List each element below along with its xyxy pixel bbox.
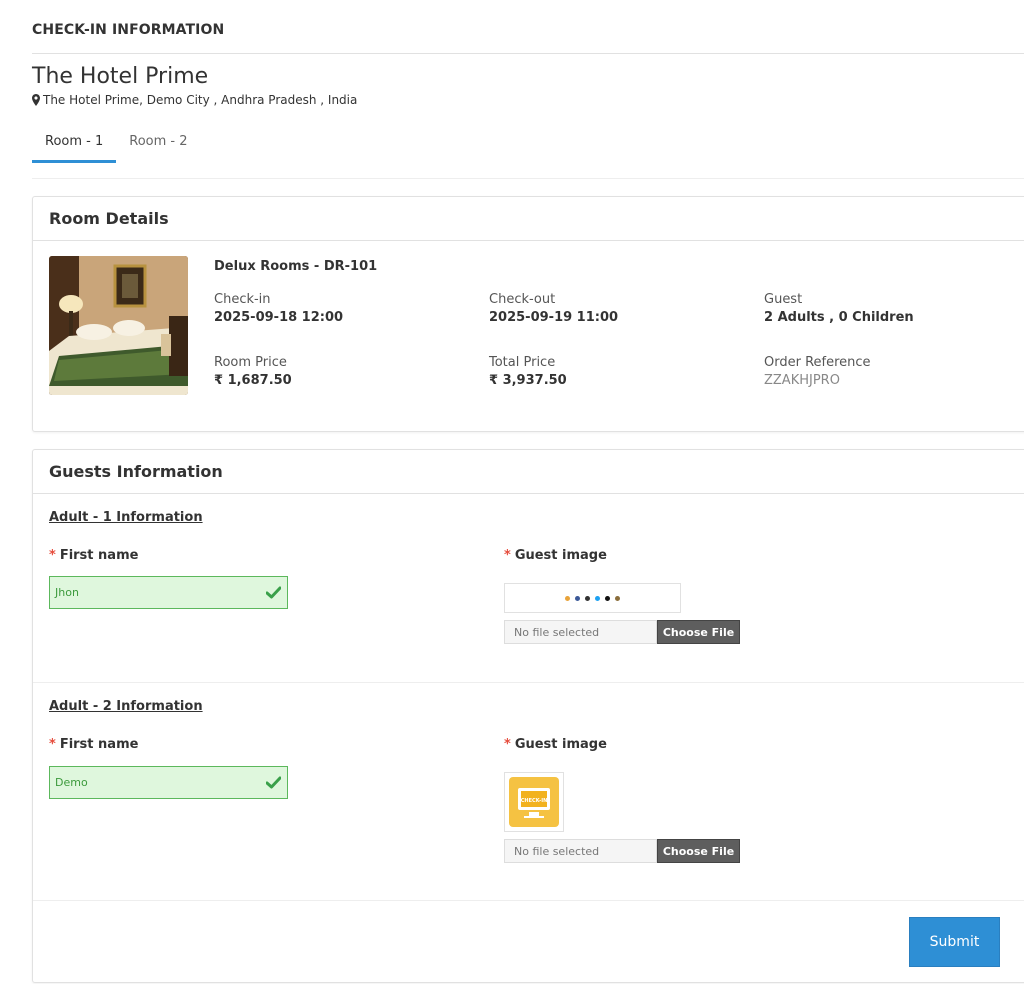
order-reference-info: Order Reference ZZAKHJPRO bbox=[764, 355, 871, 388]
room-name: Delux Rooms - DR-101 bbox=[214, 259, 378, 274]
thumbnail-label: CHECK-IN bbox=[521, 798, 548, 804]
total-price-value: ₹ 3,937.50 bbox=[489, 373, 567, 388]
required-mark: * bbox=[49, 737, 56, 752]
check-out-info: Check-out 2025-09-19 11:00 bbox=[489, 292, 618, 325]
room-price-label: Room Price bbox=[214, 355, 287, 370]
required-mark: * bbox=[49, 548, 56, 563]
room-details-card: Room Details Delux Rooms - DR-101 Check-… bbox=[32, 196, 1024, 432]
first-name-label-text: First name bbox=[59, 548, 139, 563]
guests-information-title: Guests Information bbox=[33, 450, 1024, 494]
adult-section-divider bbox=[33, 682, 1024, 683]
guest-image-label-text: Guest image bbox=[514, 548, 607, 563]
guest-image-label-text: Guest image bbox=[514, 737, 607, 752]
room-price-value: ₹ 1,687.50 bbox=[214, 373, 292, 388]
check-icon bbox=[266, 586, 281, 599]
room-tabs: Room - 1 Room - 2 bbox=[32, 126, 201, 163]
page-heading: CHECK-IN INFORMATION bbox=[32, 22, 225, 38]
order-reference-value: ZZAKHJPRO bbox=[764, 373, 840, 388]
logo-strip-image bbox=[505, 584, 680, 612]
check-out-value: 2025-09-19 11:00 bbox=[489, 310, 619, 325]
heading-divider bbox=[32, 53, 1024, 54]
adult-1-file-input[interactable]: No file selected Choose File bbox=[504, 620, 740, 644]
guests-information-card: Guests Information Adult - 1 Information… bbox=[32, 449, 1024, 983]
first-name-value: Jhon bbox=[55, 586, 79, 599]
room-price-info: Room Price ₹ 1,687.50 bbox=[214, 355, 292, 388]
check-in-label: Check-in bbox=[214, 292, 271, 307]
adult-2-first-name-label: * First name bbox=[49, 737, 138, 752]
adult-1-guest-image-preview bbox=[504, 583, 681, 613]
adult-2-file-input[interactable]: No file selected Choose File bbox=[504, 839, 740, 863]
submit-button[interactable]: Submit bbox=[909, 917, 1000, 967]
guest-count-value: 2 Adults , 0 Children bbox=[764, 310, 914, 325]
check-in-thumbnail-image: CHECK-IN bbox=[509, 777, 559, 827]
adult-1-first-name-label: * First name bbox=[49, 548, 138, 563]
room-image bbox=[49, 256, 188, 395]
file-status-text: No file selected bbox=[504, 620, 657, 644]
order-reference-label: Order Reference bbox=[764, 355, 871, 370]
guest-count-label: Guest bbox=[764, 292, 803, 307]
check-icon bbox=[266, 776, 281, 789]
check-in-info: Check-in 2025-09-18 12:00 bbox=[214, 292, 343, 325]
hotel-address: The Hotel Prime, Demo City , Andhra Prad… bbox=[32, 93, 357, 107]
tabs-divider bbox=[32, 178, 1024, 179]
hotel-name: The Hotel Prime bbox=[32, 64, 209, 89]
room-details-title: Room Details bbox=[33, 197, 1024, 241]
form-footer-divider bbox=[33, 900, 1024, 901]
tab-room-1[interactable]: Room - 1 bbox=[32, 126, 117, 163]
check-in-value: 2025-09-18 12:00 bbox=[214, 310, 344, 325]
adult-2-guest-image-label: * Guest image bbox=[504, 737, 607, 752]
total-price-label: Total Price bbox=[489, 355, 556, 370]
adult-1-guest-image-label: * Guest image bbox=[504, 548, 607, 563]
adult-1-first-name-input[interactable]: Jhon bbox=[49, 576, 288, 609]
required-mark: * bbox=[504, 548, 511, 563]
first-name-label-text: First name bbox=[59, 737, 139, 752]
map-marker-icon bbox=[32, 94, 40, 106]
adult-2-section-title: Adult - 2 Information bbox=[49, 699, 203, 714]
hotel-address-text: The Hotel Prime, Demo City , Andhra Prad… bbox=[43, 93, 358, 107]
first-name-value: Demo bbox=[55, 776, 88, 789]
guest-count-info: Guest 2 Adults , 0 Children bbox=[764, 292, 914, 325]
choose-file-button[interactable]: Choose File bbox=[657, 839, 740, 863]
file-status-text: No file selected bbox=[504, 839, 657, 863]
choose-file-button[interactable]: Choose File bbox=[657, 620, 740, 644]
adult-2-guest-image-preview: CHECK-IN bbox=[504, 772, 564, 832]
adult-2-first-name-input[interactable]: Demo bbox=[49, 766, 288, 799]
required-mark: * bbox=[504, 737, 511, 752]
total-price-info: Total Price ₹ 3,937.50 bbox=[489, 355, 567, 388]
check-out-label: Check-out bbox=[489, 292, 556, 307]
adult-1-section-title: Adult - 1 Information bbox=[49, 510, 203, 525]
tab-room-2[interactable]: Room - 2 bbox=[116, 126, 200, 163]
